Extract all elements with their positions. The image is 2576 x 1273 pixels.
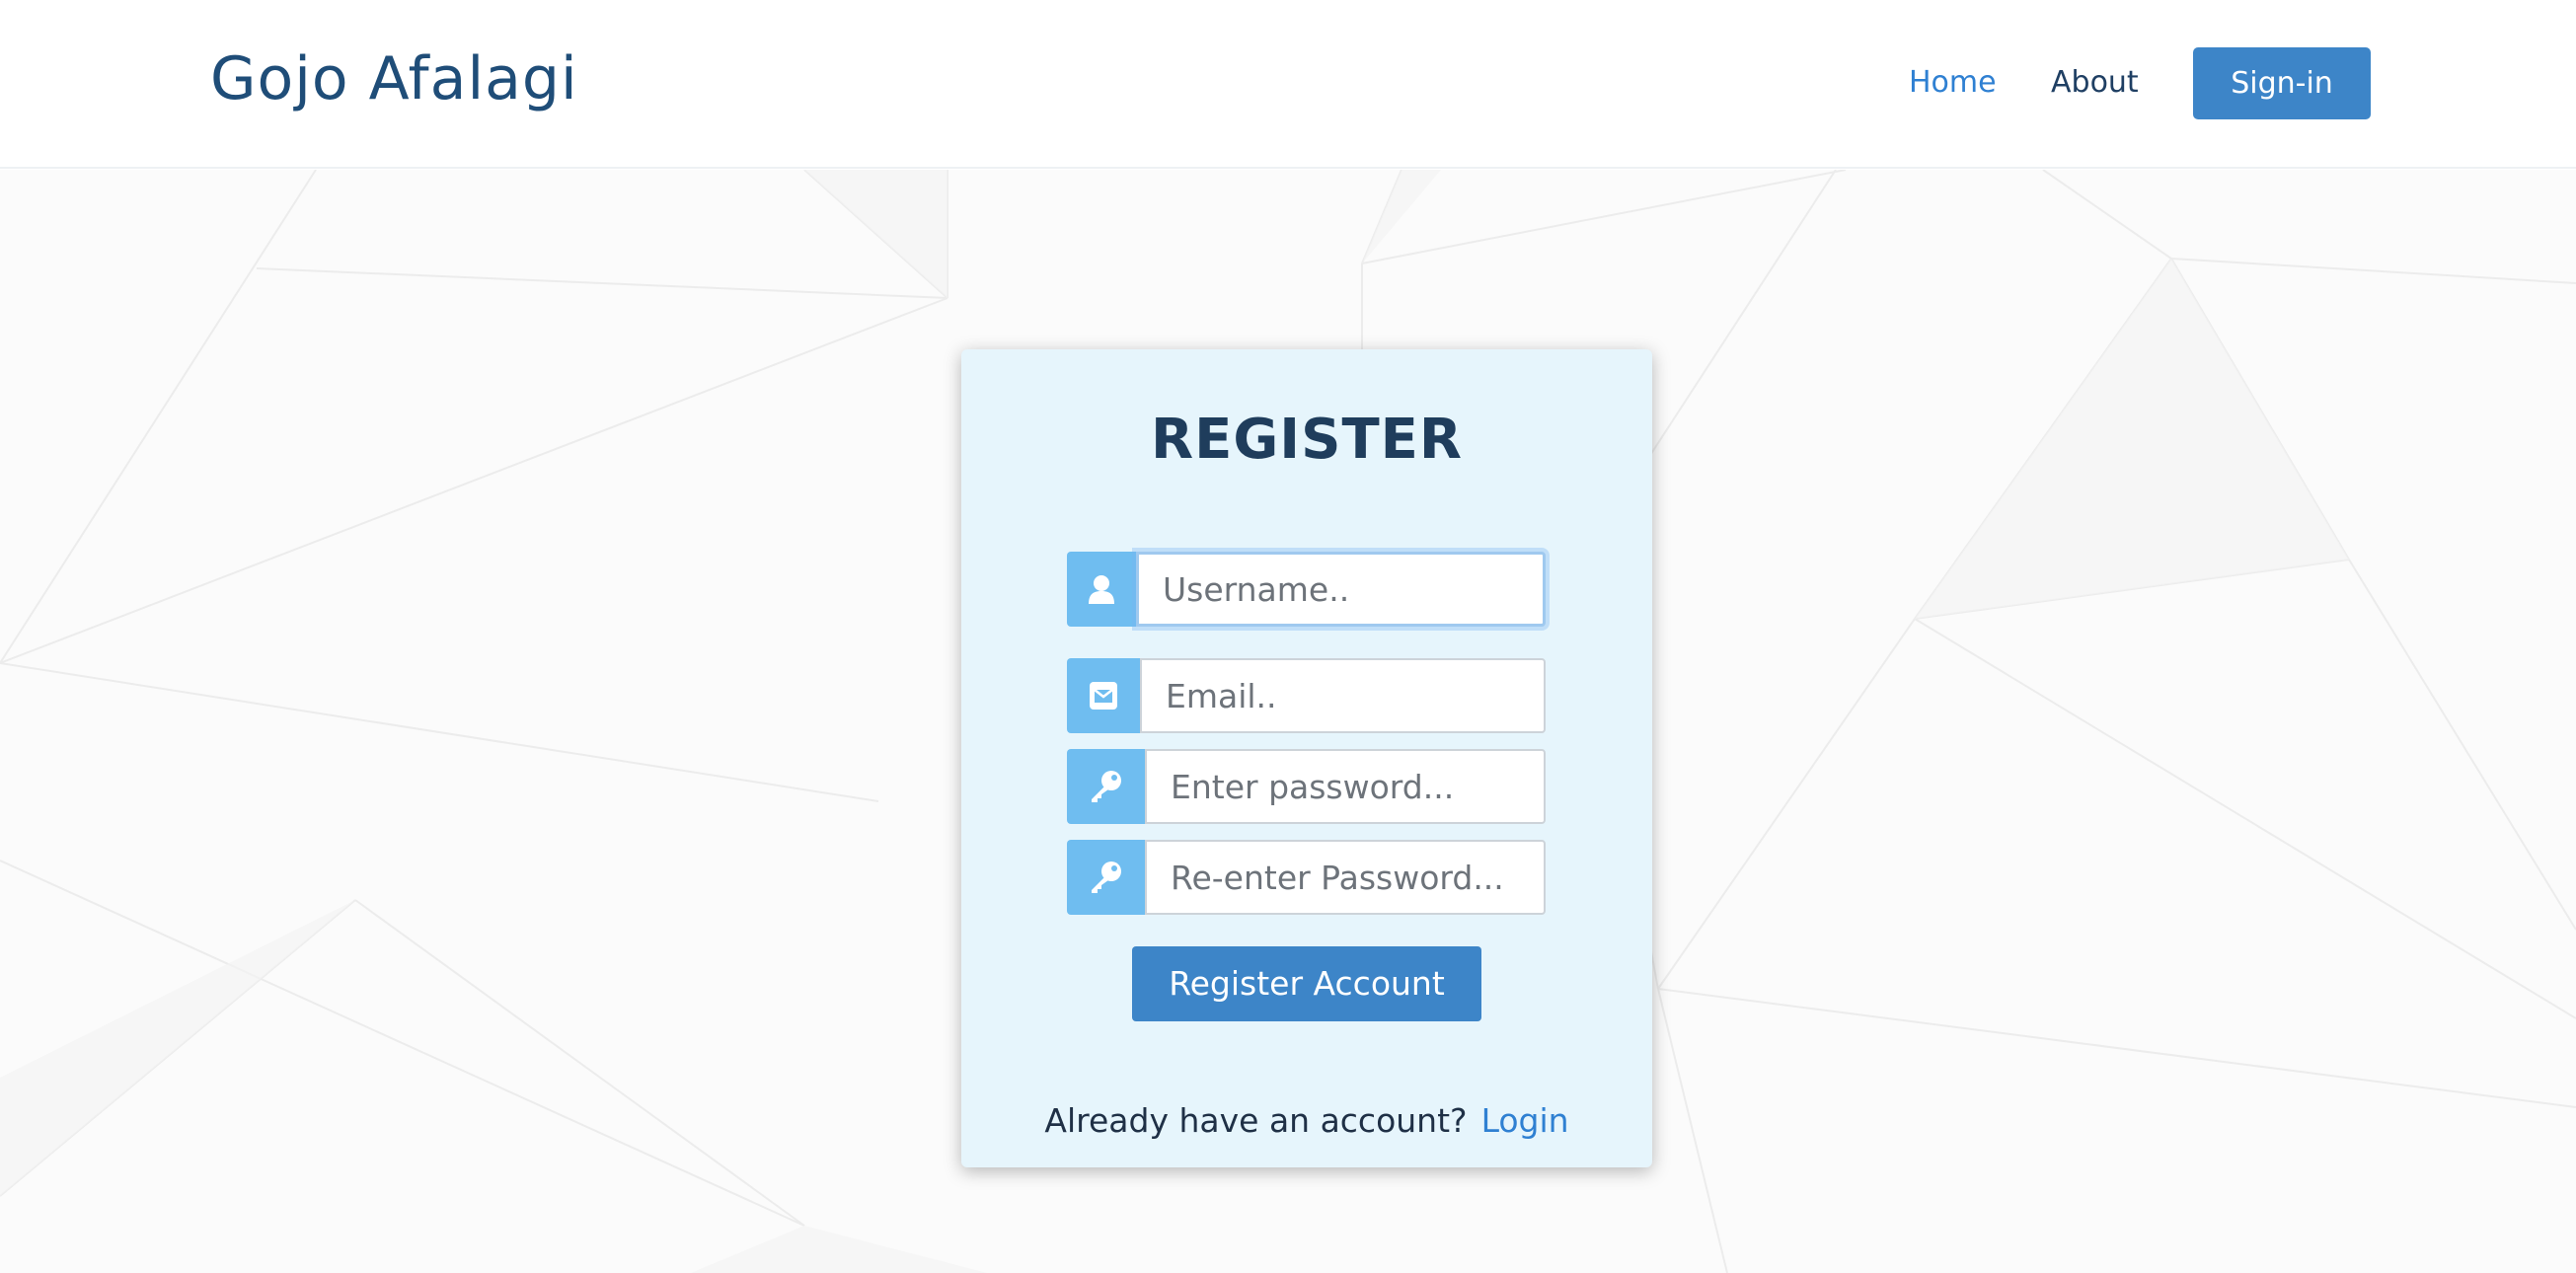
register-title: REGISTER (1150, 408, 1464, 472)
password-input-group (1067, 749, 1546, 824)
login-link[interactable]: Login (1481, 1101, 1569, 1140)
username-input-group (1067, 552, 1546, 627)
register-card: REGISTER Username.. Email.. Register Acc… (961, 349, 1652, 1167)
brand-logo-text[interactable]: Gojo Afalagi (210, 44, 578, 113)
username-input[interactable] (1136, 552, 1546, 627)
user-icon (1067, 552, 1136, 627)
confirm-password-input-group (1067, 840, 1546, 915)
nav-home-link[interactable]: Home (1909, 65, 1997, 100)
confirm-password-input[interactable] (1145, 840, 1546, 915)
login-prompt: Already have an account? Login (961, 1101, 1652, 1140)
key-icon (1067, 749, 1145, 824)
email-input-group (1067, 658, 1546, 733)
envelope-icon (1067, 658, 1140, 733)
password-input[interactable] (1145, 749, 1546, 824)
register-account-button[interactable]: Register Account (1132, 946, 1481, 1021)
nav-about-link[interactable]: About (2051, 65, 2139, 100)
email-input[interactable] (1140, 658, 1546, 733)
top-navbar: Gojo Afalagi Home About Sign-in (0, 0, 2576, 169)
signin-button[interactable]: Sign-in (2193, 47, 2371, 119)
key-icon (1067, 840, 1145, 915)
login-prompt-text: Already have an account? (1044, 1101, 1468, 1140)
